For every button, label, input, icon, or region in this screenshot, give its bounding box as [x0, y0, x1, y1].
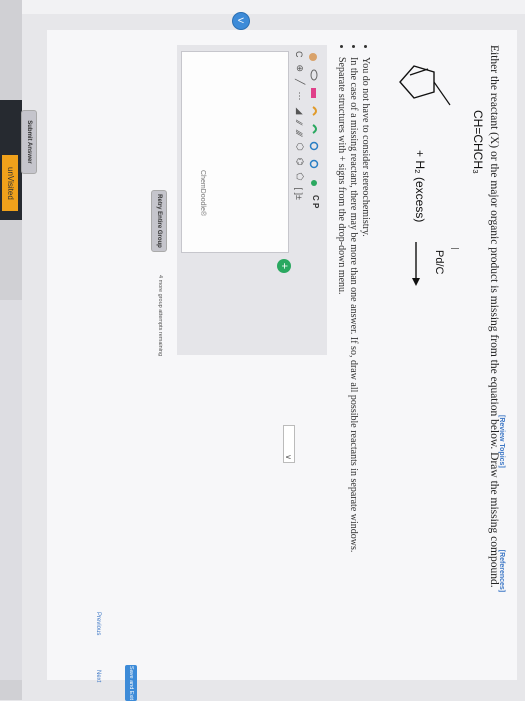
benzene-ring-icon[interactable]: ⌬	[294, 158, 305, 166]
editor-toolbar-top: C P	[309, 51, 321, 208]
triple-bond-icon[interactable]: ⁄⁄⁄	[295, 131, 305, 136]
question-text: Either the reactant (X) or the major org…	[488, 45, 500, 588]
eraser-icon[interactable]	[310, 87, 321, 99]
single-bond-icon[interactable]: ╱	[294, 79, 305, 84]
instruction-item: Separate structures with + signs from th…	[336, 57, 347, 675]
separator-dropdown[interactable]: ∨	[283, 425, 295, 463]
cursor-mark	[451, 248, 459, 249]
copy-paste-button[interactable]: C P	[311, 195, 320, 208]
rotated-page: [Review Topics] [References] Either the …	[0, 0, 525, 701]
instruction-item: In the case of a missing reactant, there…	[348, 57, 359, 675]
charge-plus-icon[interactable]: ⊕	[294, 65, 305, 73]
add-window-button[interactable]: +	[277, 259, 291, 273]
instructions-list: You do not have to consider stereochemis…	[335, 45, 372, 675]
next-link[interactable]: Next	[95, 670, 101, 682]
double-bond-icon[interactable]: ⁄⁄	[295, 121, 305, 124]
previous-link[interactable]: Previous	[95, 612, 101, 635]
editor-toolbar-bottom: C ⊕ ╱ ⋯ ◢ ⁄⁄ ⁄⁄⁄ ⬡ ⌬ ⬠ [ ]±	[294, 51, 306, 200]
zoom-in-icon[interactable]	[309, 141, 321, 153]
retry-entire-group-button[interactable]: Retry Entire Group	[151, 190, 167, 252]
undo-icon[interactable]	[310, 105, 321, 117]
clear-icon[interactable]	[310, 177, 321, 189]
carbon-element-button[interactable]: C	[295, 51, 305, 58]
zoom-out-icon[interactable]	[309, 159, 321, 171]
catalyst-label: Pd/C	[433, 250, 445, 275]
instruction-item: You do not have to consider stereochemis…	[360, 57, 371, 675]
hydrogen-reagent: + H₂ (excess)	[413, 150, 427, 223]
chemdoodle-watermark: ChemDoodle®	[199, 170, 206, 217]
dash-bond-icon[interactable]: ⋯	[294, 91, 305, 100]
submit-answer-button[interactable]: Submit Answer	[21, 110, 37, 174]
cyclopentene-ring-icon	[399, 65, 451, 106]
pentagon-ring-icon[interactable]: ⬠	[294, 173, 305, 181]
save-and-exit-button[interactable]: Save and Exit	[125, 665, 137, 701]
hexagon-ring-icon[interactable]: ⬡	[294, 143, 305, 151]
charge-bracket-button[interactable]: [ ]±	[295, 187, 305, 199]
question-content: [Review Topics] [References] Either the …	[47, 30, 517, 701]
wedge-bond-icon[interactable]: ◢	[294, 107, 305, 114]
chemdoodle-editor: C P C ⊕ ╱ ⋯ ◢ ⁄⁄ ⁄⁄⁄ ⬡ ⌬ ⬠ [ ]± ChemDood…	[177, 45, 327, 355]
attempts-remaining-text: 4 more group attempts remaining	[157, 275, 163, 357]
drawing-canvas[interactable]: ChemDoodle®	[181, 51, 289, 253]
substituent-formula: CH=CHCH₃	[471, 110, 485, 174]
reaction-arrow-icon	[412, 242, 420, 286]
lasso-icon[interactable]	[310, 69, 321, 81]
hand-icon[interactable]	[309, 51, 321, 63]
redo-icon[interactable]	[310, 123, 321, 135]
